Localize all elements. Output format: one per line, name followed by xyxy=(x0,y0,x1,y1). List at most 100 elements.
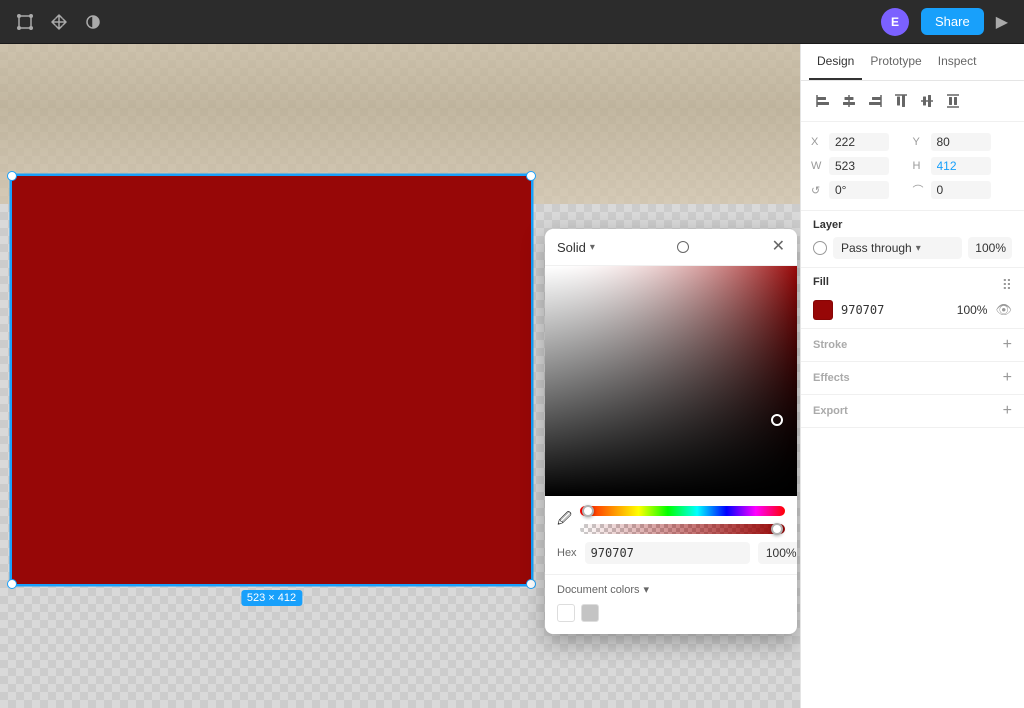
blend-mode-label: Pass through xyxy=(841,241,912,255)
right-panel: Design Prototype Inspect xyxy=(800,44,1024,708)
picker-close-button[interactable]: ✕ xyxy=(772,239,785,255)
toolbar-left xyxy=(16,13,102,31)
picker-opacity-circle xyxy=(677,241,689,253)
effects-section: Effects + xyxy=(801,362,1024,395)
export-header: Export + xyxy=(813,403,1012,419)
prop-x: X xyxy=(811,130,913,154)
align-middle-icon[interactable] xyxy=(915,89,939,113)
handle-top-left[interactable] xyxy=(7,171,17,181)
fill-row: 970707 100% 👁 xyxy=(813,300,1012,320)
move-icon[interactable] xyxy=(50,13,68,31)
opacity-slider[interactable] xyxy=(580,524,785,534)
prop-h-input[interactable] xyxy=(931,157,991,175)
layer-title: Layer xyxy=(813,219,1012,231)
layer-section: Layer Pass through ▾ 100% xyxy=(801,211,1024,268)
selected-element[interactable]: 523 × 412 xyxy=(10,174,533,586)
prop-rotation-input[interactable] xyxy=(829,181,889,199)
prop-y-input[interactable] xyxy=(931,133,991,151)
effects-title: Effects xyxy=(813,372,850,384)
picker-sliders: 🖉 Hex xyxy=(545,496,797,574)
opacity-thumb[interactable] xyxy=(771,523,783,535)
handle-bottom-right[interactable] xyxy=(526,579,536,589)
hue-thumb[interactable] xyxy=(582,505,594,517)
fill-section: Fill ⠿ 970707 100% 👁 xyxy=(801,268,1024,329)
opacity-input[interactable] xyxy=(758,542,797,564)
stroke-title: Stroke xyxy=(813,339,847,351)
doc-colors-section: Document colors ▾ xyxy=(545,574,797,634)
distribute-v-icon[interactable] xyxy=(941,89,965,113)
doc-colors-chevron-icon: ▾ xyxy=(644,583,650,596)
picker-type-label: Solid xyxy=(557,240,586,255)
hex-row: Hex xyxy=(557,542,785,564)
picker-header: Solid ▾ ✕ xyxy=(545,229,797,266)
stroke-section: Stroke + xyxy=(801,329,1024,362)
export-title: Export xyxy=(813,405,848,417)
blend-mode-selector[interactable]: Pass through ▾ xyxy=(833,237,962,259)
blend-chevron-icon: ▾ xyxy=(916,243,921,254)
size-label: 523 × 412 xyxy=(241,590,302,606)
prop-y: Y xyxy=(913,130,1015,154)
align-top-icon[interactable] xyxy=(889,89,913,113)
picker-type-chevron-icon: ▾ xyxy=(590,242,595,253)
eyedropper-icon[interactable]: 🖉 xyxy=(557,508,572,532)
toolbar: E Share ▶ xyxy=(0,0,1024,44)
blend-mode-icon xyxy=(813,241,827,255)
prop-corner-input[interactable] xyxy=(931,181,991,199)
hex-label: Hex xyxy=(557,547,577,559)
canvas-area[interactable]: 523 × 412 Solid ▾ ✕ 🖉 xyxy=(0,44,800,708)
fill-color-swatch[interactable] xyxy=(813,300,833,320)
gradient-thumb[interactable] xyxy=(771,414,783,426)
prop-w: W xyxy=(811,154,913,178)
slider-row xyxy=(580,506,785,534)
doc-colors-swatches xyxy=(557,604,785,622)
swatch-white[interactable] xyxy=(557,604,575,622)
prop-x-label: X xyxy=(811,136,825,148)
export-section: Export + xyxy=(801,395,1024,428)
toolbar-right: E Share ▶ xyxy=(881,8,1008,36)
picker-tools: 🖉 xyxy=(557,506,785,534)
effects-add-icon[interactable]: + xyxy=(1003,370,1012,386)
panel-tabs: Design Prototype Inspect xyxy=(801,44,1024,81)
hex-input[interactable] xyxy=(585,542,750,564)
prop-rotation-label: ↺ xyxy=(811,184,825,197)
color-gradient[interactable] xyxy=(545,266,797,496)
prop-y-label: Y xyxy=(913,136,927,148)
stroke-add-icon[interactable]: + xyxy=(1003,337,1012,353)
prop-corner: ⌒ xyxy=(913,178,1015,202)
handle-top-right[interactable] xyxy=(526,171,536,181)
prop-x-input[interactable] xyxy=(829,133,889,151)
play-button[interactable]: ▶ xyxy=(996,12,1008,32)
tab-inspect[interactable]: Inspect xyxy=(930,44,985,80)
main-area: 523 × 412 Solid ▾ ✕ 🖉 xyxy=(0,44,1024,708)
align-center-h-icon[interactable] xyxy=(837,89,861,113)
doc-colors-label[interactable]: Document colors ▾ xyxy=(557,583,785,596)
export-add-icon[interactable]: + xyxy=(1003,403,1012,419)
picker-type-selector[interactable]: Solid ▾ xyxy=(557,240,595,255)
share-button[interactable]: Share xyxy=(921,8,984,35)
align-right-icon[interactable] xyxy=(863,89,887,113)
prop-h: H xyxy=(913,154,1015,178)
prop-w-input[interactable] xyxy=(829,157,889,175)
fill-hex-value: 970707 xyxy=(841,303,949,317)
fill-visibility-icon[interactable]: 👁 xyxy=(995,302,1012,318)
align-left-icon[interactable] xyxy=(811,89,835,113)
layer-opacity-value[interactable]: 100% xyxy=(968,237,1012,259)
swatch-gray[interactable] xyxy=(581,604,599,622)
user-avatar: E xyxy=(881,8,909,36)
handle-bottom-left[interactable] xyxy=(7,579,17,589)
align-row xyxy=(801,81,1024,122)
fill-section-header: Fill ⠿ xyxy=(813,276,1012,294)
effects-header: Effects + xyxy=(813,370,1012,386)
hue-slider[interactable] xyxy=(580,506,785,516)
tab-design[interactable]: Design xyxy=(809,44,862,80)
contrast-icon[interactable] xyxy=(84,13,102,31)
tab-prototype[interactable]: Prototype xyxy=(862,44,929,80)
fill-more-icon[interactable]: ⠿ xyxy=(1002,277,1012,294)
prop-rotation: ↺ xyxy=(811,178,913,202)
prop-w-label: W xyxy=(811,160,825,172)
color-picker-popup: Solid ▾ ✕ 🖉 xyxy=(545,229,797,634)
fill-opacity-value: 100% xyxy=(957,303,988,317)
fill-title: Fill xyxy=(813,276,829,288)
transform-icon[interactable] xyxy=(16,13,34,31)
layer-row: Pass through ▾ 100% xyxy=(813,237,1012,259)
